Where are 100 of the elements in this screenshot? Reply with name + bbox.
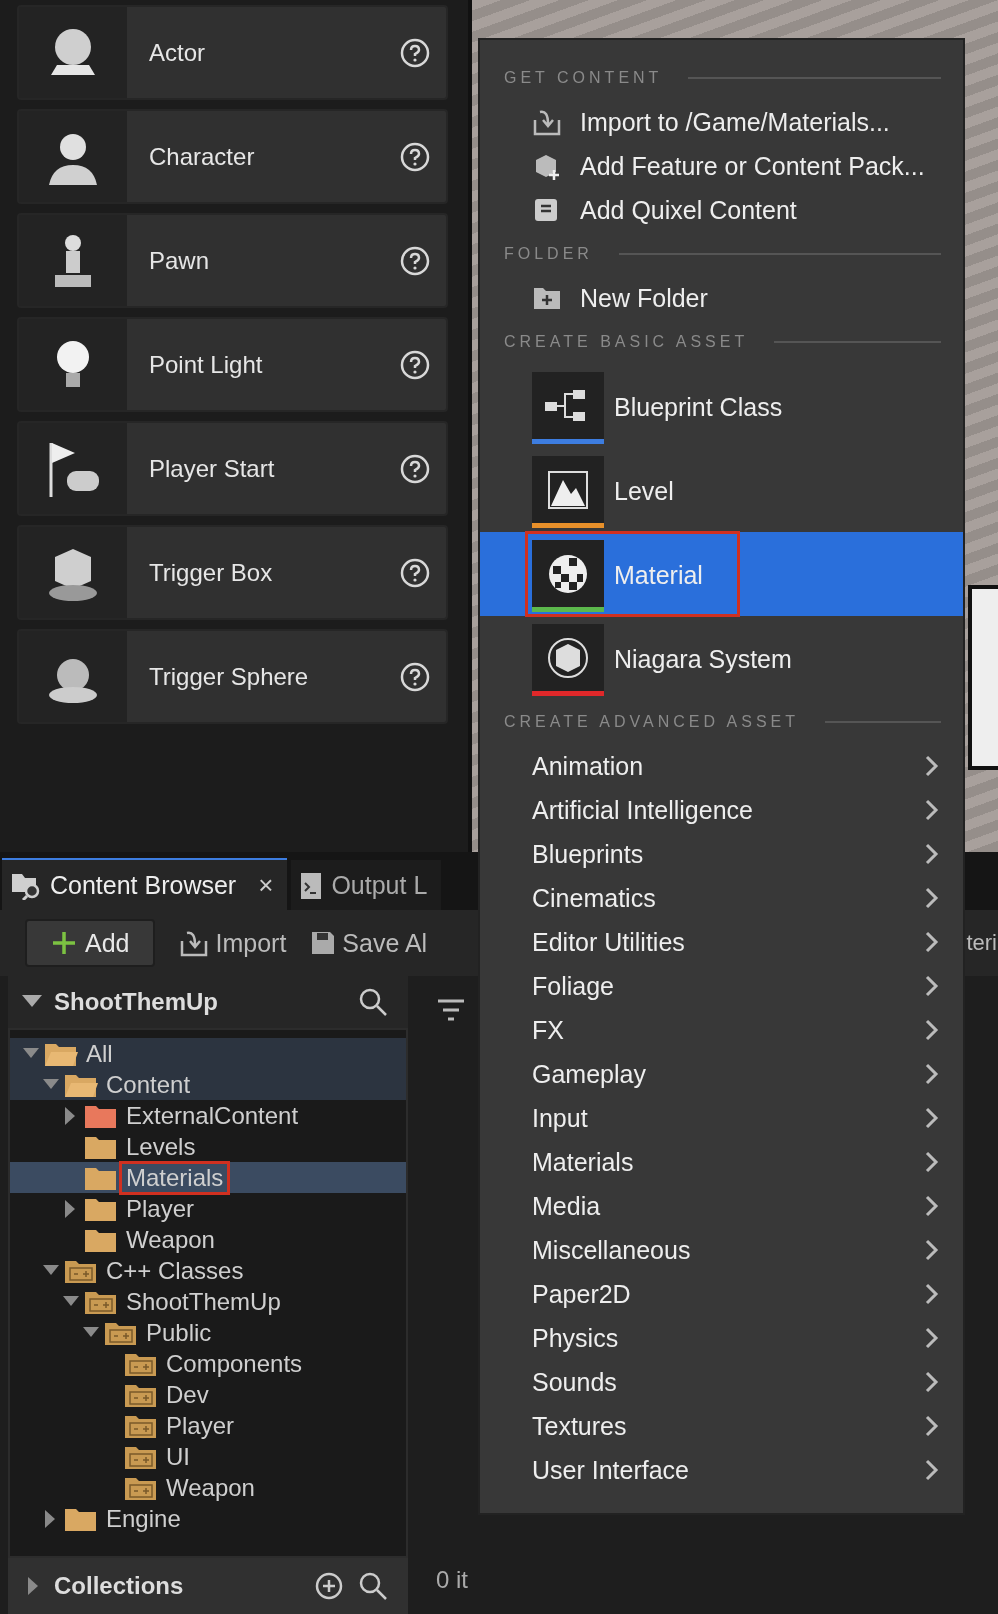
submenu-item[interactable]: Editor Utilities — [480, 920, 963, 964]
actor-label: Pawn — [149, 246, 211, 275]
submenu-item[interactable]: Foliage — [480, 964, 963, 1008]
chevron-right-icon — [925, 843, 939, 865]
submenu-item[interactable]: Textures — [480, 1404, 963, 1448]
asset-menu-item[interactable]: Material — [480, 532, 963, 616]
collections-title: Collections — [54, 1572, 184, 1600]
collapsed-arrow-icon[interactable] — [65, 1199, 77, 1218]
actor-item[interactable]: Actor — [17, 5, 448, 100]
submenu-item[interactable]: User Interface — [480, 1448, 963, 1492]
help-icon[interactable] — [400, 349, 430, 380]
help-icon[interactable] — [400, 557, 430, 588]
section-header: GET CONTENT — [504, 69, 663, 87]
asset-menu-item[interactable]: Blueprint Class — [480, 364, 963, 448]
chevron-right-icon — [925, 1327, 939, 1349]
expanded-arrow-icon[interactable] — [43, 1264, 59, 1277]
actor-label: Trigger Sphere — [149, 662, 310, 691]
add-button[interactable]: Add — [25, 919, 156, 967]
search-icon[interactable] — [358, 1571, 388, 1601]
collapse-arrow-icon[interactable] — [22, 995, 42, 1009]
folder-tree-item[interactable]: Player — [10, 1410, 406, 1441]
folder-tree-item[interactable]: Materials — [10, 1162, 406, 1193]
submenu-item[interactable]: Materials — [480, 1140, 963, 1184]
actor-item[interactable]: Player Start — [17, 421, 448, 516]
submenu-item[interactable]: Physics — [480, 1316, 963, 1360]
actor-item[interactable]: Character — [17, 109, 448, 204]
asset-menu-item[interactable]: Level — [480, 448, 963, 532]
collapsed-arrow-icon[interactable] — [45, 1509, 57, 1528]
menu-item[interactable]: New Folder — [480, 276, 963, 320]
collapsed-arrow-icon[interactable] — [65, 1106, 77, 1125]
add-circle-icon[interactable] — [314, 1571, 344, 1601]
folder-tree-item[interactable]: Components — [10, 1348, 406, 1379]
toolbar-label: teri — [966, 930, 998, 956]
submenu-item[interactable]: Artificial Intelligence — [480, 788, 963, 832]
chevron-right-icon — [925, 755, 939, 777]
chevron-right-icon — [925, 931, 939, 953]
menu-item[interactable]: Import to /Game/Materials... — [480, 100, 963, 144]
item-count: 0 it — [436, 1566, 468, 1594]
help-icon[interactable] — [400, 453, 430, 484]
filter-icon[interactable] — [436, 998, 466, 1024]
folder-tree-item[interactable]: ShootThemUp — [10, 1286, 406, 1317]
submenu-item[interactable]: Input — [480, 1096, 963, 1140]
folder-tree-item[interactable]: Levels — [10, 1131, 406, 1162]
submenu-item[interactable]: Gameplay — [480, 1052, 963, 1096]
actor-item[interactable]: Trigger Box — [17, 525, 448, 620]
chevron-right-icon — [925, 1459, 939, 1481]
submenu-item[interactable]: Blueprints — [480, 832, 963, 876]
folder-tree-item[interactable]: ExternalContent — [10, 1100, 406, 1131]
actor-item[interactable]: Point Light — [17, 317, 448, 412]
panel-tab[interactable]: Output L — [291, 860, 442, 910]
actor-label: Trigger Box — [149, 558, 274, 587]
help-icon[interactable] — [400, 661, 430, 692]
folder-tree-item[interactable]: C++ Classes — [10, 1255, 406, 1286]
search-icon[interactable] — [358, 987, 388, 1017]
collapsed-arrow-icon[interactable] — [28, 1577, 40, 1595]
submenu-item[interactable]: Cinematics — [480, 876, 963, 920]
folder-tree-item[interactable]: All — [10, 1038, 406, 1069]
folder-tree-item[interactable]: Engine — [10, 1503, 406, 1534]
menu-item[interactable]: Add Quixel Content — [480, 188, 963, 232]
chevron-right-icon — [925, 799, 939, 821]
folder-tree-item[interactable]: Weapon — [10, 1224, 406, 1255]
help-icon[interactable] — [400, 245, 430, 276]
folder-tree-item[interactable]: Dev — [10, 1379, 406, 1410]
menu-item[interactable]: Add Feature or Content Pack... — [480, 144, 963, 188]
chevron-right-icon — [925, 1239, 939, 1261]
help-icon[interactable] — [400, 141, 430, 172]
chevron-right-icon — [925, 975, 939, 997]
folder-tree-item[interactable]: Player — [10, 1193, 406, 1224]
save-all-button[interactable]: Save Al — [310, 928, 428, 958]
actor-label: Player Start — [149, 454, 276, 483]
expanded-arrow-icon[interactable] — [83, 1326, 99, 1339]
expanded-arrow-icon[interactable] — [63, 1295, 79, 1308]
submenu-item[interactable]: Sounds — [480, 1360, 963, 1404]
submenu-item[interactable]: FX — [480, 1008, 963, 1052]
section-header: CREATE BASIC ASSET — [504, 333, 749, 351]
import-button[interactable]: Import — [179, 928, 287, 958]
chevron-right-icon — [925, 1063, 939, 1085]
chevron-right-icon — [925, 887, 939, 909]
folder-tree-item[interactable]: UI — [10, 1441, 406, 1472]
submenu-item[interactable]: Media — [480, 1184, 963, 1228]
expanded-arrow-icon[interactable] — [43, 1078, 59, 1091]
panel-tab[interactable]: Content Browser × — [2, 858, 288, 910]
actor-item[interactable]: Trigger Sphere — [17, 629, 448, 724]
chevron-right-icon — [925, 1195, 939, 1217]
submenu-item[interactable]: Animation — [480, 744, 963, 788]
folder-tree-item[interactable]: Weapon — [10, 1472, 406, 1503]
expanded-arrow-icon[interactable] — [23, 1047, 39, 1060]
asset-menu-item[interactable]: Niagara System — [480, 616, 963, 700]
actor-label: Character — [149, 142, 256, 171]
chevron-right-icon — [925, 1283, 939, 1305]
close-icon[interactable]: × — [258, 869, 274, 901]
help-icon[interactable] — [400, 37, 430, 68]
submenu-item[interactable]: Miscellaneous — [480, 1228, 963, 1272]
submenu-item[interactable]: Paper2D — [480, 1272, 963, 1316]
folder-tree-item[interactable]: Public — [10, 1317, 406, 1348]
chevron-right-icon — [925, 1371, 939, 1393]
actor-item[interactable]: Pawn — [17, 213, 448, 308]
folder-tree-item[interactable]: Content — [10, 1069, 406, 1100]
import-icon — [179, 929, 210, 957]
actor-label: Point Light — [149, 350, 264, 379]
